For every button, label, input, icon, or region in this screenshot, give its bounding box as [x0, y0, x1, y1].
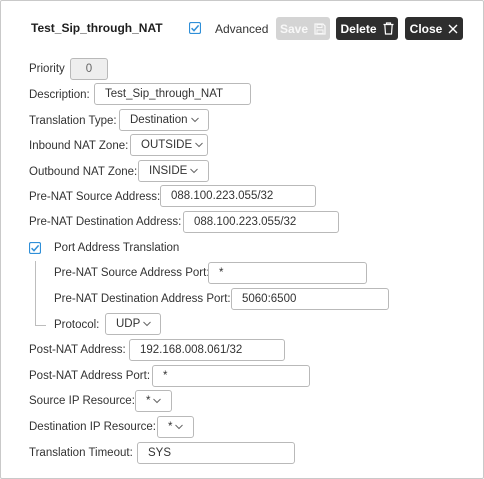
chevron-down-icon — [195, 142, 203, 148]
description-input[interactable]: Test_Sip_through_NAT — [94, 83, 251, 105]
translation-type-label: Translation Type: — [29, 115, 117, 127]
dialog-title: Test_Sip_through_NAT — [31, 21, 163, 35]
inbound-zone-select[interactable]: OUTSIDE — [130, 134, 208, 156]
description-label: Description: — [29, 89, 90, 101]
trash-icon — [383, 22, 394, 35]
protocol-value: UDP — [116, 318, 141, 330]
delete-button[interactable]: Delete — [336, 17, 398, 40]
pre-src-port-label: Pre-NAT Source Address Port: — [54, 267, 210, 279]
post-addr-label: Post-NAT Address: — [29, 344, 126, 356]
protocol-label: Protocol: — [54, 319, 100, 331]
pre-dst-port-label: Pre-NAT Destination Address Port: — [54, 293, 231, 305]
close-icon — [448, 24, 458, 33]
chevron-down-icon — [175, 424, 184, 430]
post-addr-input[interactable]: 192.168.008.061/32 — [129, 339, 285, 361]
advanced-label: Advanced — [215, 22, 269, 36]
translation-type-select[interactable]: Destination — [119, 109, 209, 131]
chevron-down-icon — [143, 321, 152, 327]
close-button-label: Close — [409, 21, 443, 36]
chevron-down-icon — [190, 117, 199, 123]
pre-dst-port-input[interactable]: 5060:6500 — [231, 288, 389, 310]
inbound-zone-label: Inbound NAT Zone: — [29, 140, 129, 152]
translation-type-value: Destination — [130, 114, 188, 126]
chevron-down-icon — [153, 398, 162, 404]
floppy-disk-icon — [314, 22, 326, 35]
save-button[interactable]: Save — [276, 17, 330, 40]
close-button[interactable]: Close — [405, 17, 463, 40]
pre-dst-addr-input[interactable]: 088.100.223.055/32 — [183, 211, 339, 233]
outbound-zone-value: INSIDE — [149, 165, 188, 177]
protocol-select[interactable]: UDP — [105, 313, 161, 335]
inbound-zone-value: OUTSIDE — [141, 139, 193, 151]
src-ip-resource-select[interactable]: * — [135, 390, 172, 412]
src-ip-resource-label: Source IP Resource: — [29, 395, 135, 407]
timeout-input[interactable]: SYS — [137, 442, 295, 464]
pre-src-addr-label: Pre-NAT Source Address: — [29, 191, 161, 203]
src-ip-resource-value: * — [146, 395, 151, 407]
pat-checkbox[interactable] — [29, 242, 41, 254]
pre-src-addr-input[interactable]: 088.100.223.055/32 — [160, 185, 316, 207]
pat-group-bracket — [35, 261, 46, 326]
outbound-zone-label: Outbound NAT Zone: — [29, 166, 138, 178]
nat-rule-dialog: Test_Sip_through_NAT Advanced Save Delet… — [0, 0, 484, 479]
pre-src-port-input[interactable]: * — [208, 262, 367, 284]
chevron-down-icon — [190, 168, 199, 174]
priority-label: Priority — [29, 63, 65, 75]
post-port-input[interactable]: * — [152, 365, 310, 387]
outbound-zone-select[interactable]: INSIDE — [138, 160, 209, 182]
delete-button-label: Delete — [340, 21, 377, 36]
dst-ip-resource-select[interactable]: * — [157, 416, 194, 438]
pre-dst-addr-label: Pre-NAT Destination Address: — [29, 216, 182, 228]
priority-field: 0 — [70, 58, 108, 80]
pat-label: Port Address Translation — [54, 242, 180, 254]
post-port-label: Post-NAT Address Port: — [29, 370, 151, 382]
dst-ip-resource-value: * — [168, 421, 173, 433]
advanced-checkbox[interactable] — [189, 22, 201, 34]
timeout-label: Translation Timeout: — [29, 447, 133, 459]
dst-ip-resource-label: Destination IP Resource: — [29, 421, 156, 433]
save-button-label: Save — [279, 21, 309, 36]
